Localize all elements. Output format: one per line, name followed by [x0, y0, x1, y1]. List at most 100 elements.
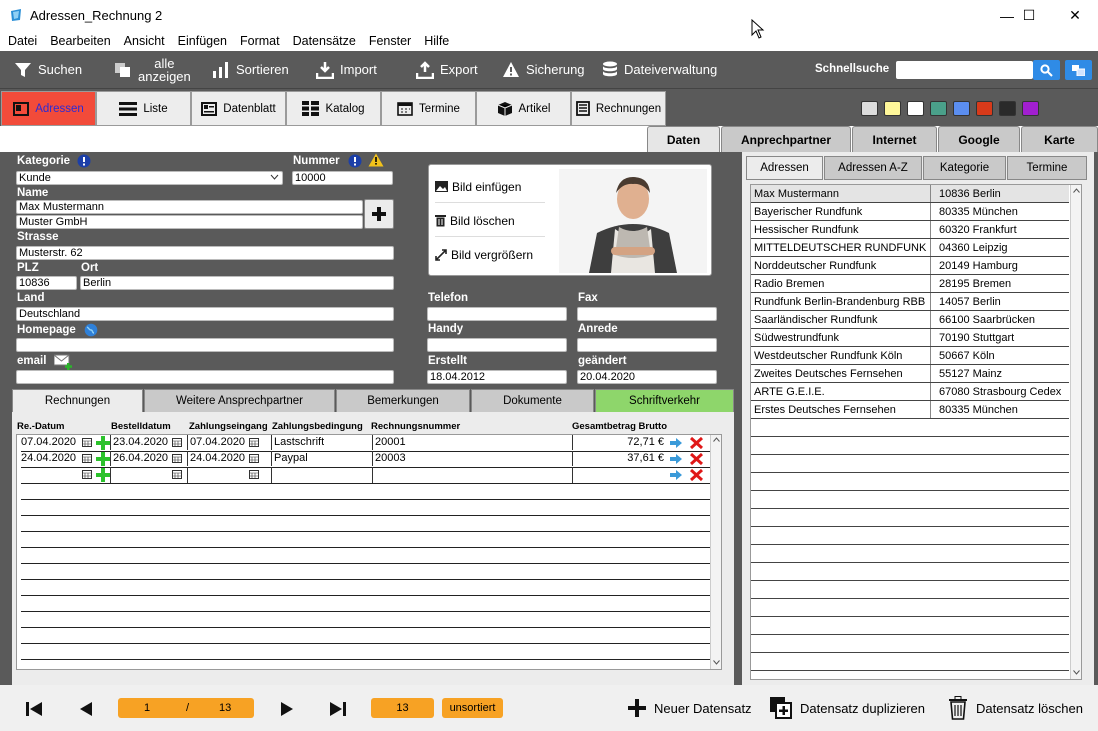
delete-x-icon[interactable]	[690, 469, 703, 481]
menu-datensaetze[interactable]: Datensätze	[293, 34, 356, 48]
sort-button[interactable]: Sortieren	[212, 51, 289, 88]
list-item[interactable]: ARTE G.E.I.E. 67080 Strasbourg Cedex	[751, 383, 1069, 401]
previous-record-icon[interactable]	[76, 699, 96, 719]
file-management-button[interactable]: Dateiverwaltung	[602, 51, 717, 88]
color-swatch[interactable]	[930, 101, 947, 116]
handy-field[interactable]	[427, 338, 567, 352]
color-swatch[interactable]	[884, 101, 901, 116]
zahlungsbedingung-cell[interactable]: Lastschrift	[271, 435, 324, 450]
menu-hilfe[interactable]: Hilfe	[424, 34, 449, 48]
list-item[interactable]: Rundfunk Berlin-Brandenburg RBB 14057 Ber…	[751, 293, 1069, 311]
fax-field[interactable]	[577, 307, 717, 321]
color-swatch[interactable]	[953, 101, 970, 116]
arrow-right-icon[interactable]	[670, 470, 682, 480]
calendar-icon[interactable]	[82, 454, 92, 463]
list-item[interactable]: Bayerischer Rundfunk 80335 München	[751, 203, 1069, 221]
chevron-down-icon[interactable]	[713, 660, 720, 665]
rechnungsnummer-cell[interactable]: 20003	[372, 451, 406, 466]
duplicate-record-button[interactable]: Datensatz duplizieren	[770, 695, 925, 721]
plus-icon[interactable]	[96, 452, 110, 466]
menu-datei[interactable]: Datei	[8, 34, 37, 48]
betrag-cell[interactable]: 72,71 €	[572, 435, 664, 450]
erstellt-field[interactable]: 18.04.2012	[427, 370, 567, 384]
menu-bearbeiten[interactable]: Bearbeiten	[50, 34, 110, 48]
calendar-icon[interactable]	[172, 470, 182, 479]
anrede-field[interactable]	[577, 338, 717, 352]
list-item[interactable]: Erstes Deutsches Fernsehen 80335 München	[751, 401, 1069, 419]
delete-record-button[interactable]: Datensatz löschen	[948, 695, 1083, 721]
menu-einfuegen[interactable]: Einfügen	[178, 34, 227, 48]
list-item[interactable]: Zweites Deutsches Fernsehen 55127 Mainz	[751, 365, 1069, 383]
ort-field[interactable]: Berlin	[80, 276, 394, 290]
tab-weitere-ansprechpartner[interactable]: Weitere Ansprechpartner	[144, 389, 335, 413]
tab-rechnungen[interactable]: Rechnungen	[571, 91, 666, 126]
re-datum-cell[interactable]: 07.04.2020	[19, 435, 76, 450]
tab-dokumente[interactable]: Dokumente	[471, 389, 594, 413]
chevron-up-icon[interactable]	[713, 437, 720, 442]
globe-icon[interactable]	[84, 323, 98, 337]
calendar-icon[interactable]	[82, 470, 92, 479]
menu-format[interactable]: Format	[240, 34, 280, 48]
plus-icon[interactable]	[96, 468, 110, 482]
menu-fenster[interactable]: Fenster	[369, 34, 411, 48]
nummer-field[interactable]: 10000	[292, 171, 393, 185]
land-field[interactable]: Deutschland	[16, 307, 394, 321]
kategorie-select[interactable]: Kunde	[16, 171, 283, 185]
color-swatch[interactable]	[1022, 101, 1039, 116]
color-swatch[interactable]	[999, 101, 1016, 116]
name-field-1[interactable]: Max Mustermann	[16, 200, 363, 214]
quick-search-input[interactable]	[896, 61, 1033, 79]
table-row[interactable]: 07.04.2020 23.04.2020 07.04.2020 Lastsch…	[17, 435, 711, 451]
close-button[interactable]: ✕	[1052, 0, 1098, 31]
search-options-button[interactable]	[1065, 60, 1092, 80]
strasse-field[interactable]: Musterstr. 62	[16, 246, 394, 260]
tab-termine-list[interactable]: Termine	[1007, 156, 1087, 180]
bestelldatum-cell[interactable]: 26.04.2020	[110, 451, 168, 466]
next-record-icon[interactable]	[277, 699, 297, 719]
homepage-field[interactable]	[16, 338, 394, 352]
tab-schriftverkehr[interactable]: Schriftverkehr	[595, 389, 734, 413]
tab-liste[interactable]: Liste	[96, 91, 191, 126]
re-datum-cell[interactable]: 24.04.2020	[19, 451, 76, 466]
search-button[interactable]: Suchen	[14, 51, 82, 88]
tab-katalog[interactable]: Katalog	[286, 91, 381, 126]
new-record-button[interactable]: Neuer Datensatz	[628, 695, 752, 721]
table-row-new[interactable]	[17, 467, 711, 483]
calendar-icon[interactable]	[249, 470, 259, 479]
tab-anprechpartner[interactable]: Anprechpartner	[721, 126, 851, 152]
tab-adressen[interactable]: Adressen	[1, 91, 96, 126]
arrow-right-icon[interactable]	[670, 454, 682, 464]
maximize-button[interactable]: ☐	[1006, 0, 1052, 31]
email-field[interactable]	[16, 370, 394, 384]
import-button[interactable]: Import	[316, 51, 377, 88]
list-item[interactable]: Westdeutscher Rundfunk Köln 50667 Köln	[751, 347, 1069, 365]
tab-google[interactable]: Google	[938, 126, 1020, 152]
arrow-right-icon[interactable]	[670, 438, 682, 448]
menu-ansicht[interactable]: Ansicht	[124, 34, 165, 48]
tab-adressen-az[interactable]: Adressen A-Z	[824, 156, 922, 180]
delete-x-icon[interactable]	[690, 453, 703, 465]
export-button[interactable]: Export	[416, 51, 478, 88]
calendar-icon[interactable]	[249, 454, 259, 463]
insert-image-button[interactable]: Bild einfügen	[435, 171, 545, 203]
color-swatch[interactable]	[907, 101, 924, 116]
chevron-up-icon[interactable]	[1073, 188, 1080, 193]
list-item[interactable]: Max Mustermann 10836 Berlin	[751, 185, 1069, 203]
show-all-button[interactable]: alle anzeigen	[114, 51, 191, 88]
list-item[interactable]: Radio Bremen 28195 Bremen	[751, 275, 1069, 293]
rechnungsnummer-cell[interactable]: 20001	[372, 435, 406, 450]
list-item[interactable]: MITTELDEUTSCHER RUNDFUNK 04360 Leipzig	[751, 239, 1069, 257]
list-item[interactable]: Saarländischer Rundfunk 66100 Saarbrücken	[751, 311, 1069, 329]
bestelldatum-cell[interactable]: 23.04.2020	[110, 435, 168, 450]
list-item[interactable]: Südwestrundfunk 70190 Stuttgart	[751, 329, 1069, 347]
calendar-icon[interactable]	[172, 438, 182, 447]
chevron-down-icon[interactable]	[1073, 670, 1080, 675]
telefon-field[interactable]	[427, 307, 567, 321]
tab-kategorie[interactable]: Kategorie	[923, 156, 1006, 180]
betrag-cell[interactable]: 37,61 €	[572, 451, 664, 466]
table-row[interactable]: 24.04.2020 26.04.2020 24.04.2020 Paypal …	[17, 451, 711, 467]
quick-search-button[interactable]	[1033, 60, 1060, 80]
backup-button[interactable]: Sicherung	[502, 51, 585, 88]
list-item[interactable]: Norddeutscher Rundfunk 20149 Hamburg	[751, 257, 1069, 275]
tab-internet[interactable]: Internet	[852, 126, 937, 152]
